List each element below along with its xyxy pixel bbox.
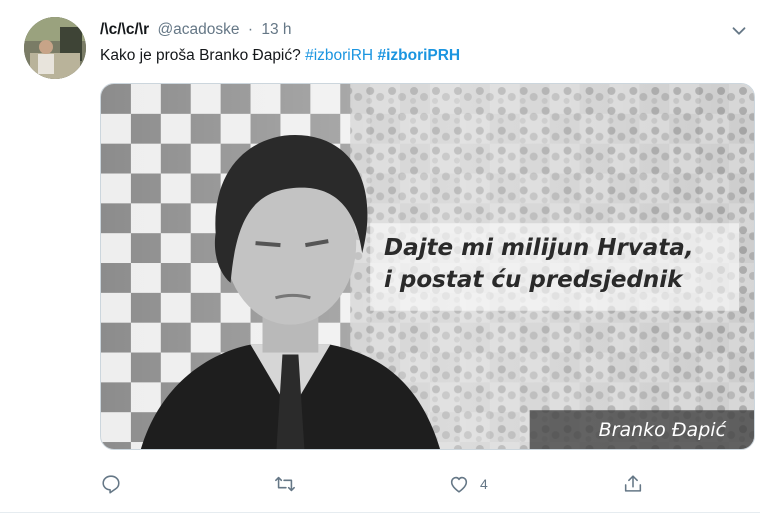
tweet-body: Kako je proša Branko Đapić? xyxy=(100,47,301,64)
tweet-text: Kako je proša Branko Đapić? #izboriRH #i… xyxy=(100,45,460,67)
tweet-header: /\c/\c/\r @acadoske · 13 h xyxy=(100,19,720,41)
user-handle[interactable]: @acadoske xyxy=(157,21,239,38)
heart-icon xyxy=(448,473,470,495)
tweet-actions: 4 xyxy=(100,470,660,498)
retweet-icon xyxy=(274,473,296,495)
share-button[interactable] xyxy=(622,470,654,498)
like-count: 4 xyxy=(480,476,488,492)
tweet-image[interactable]: Dajte mi milijun Hrvata, i postat ću pre… xyxy=(100,83,755,450)
chevron-down-icon[interactable] xyxy=(728,20,750,42)
separator-dot: · xyxy=(247,21,254,38)
avatar-image xyxy=(24,17,86,79)
quote-line-1: Dajte mi milijun Hrvata, xyxy=(384,235,694,261)
timestamp[interactable]: 13 h xyxy=(261,21,291,38)
hashtag-izboriprh[interactable]: #izboriPRH xyxy=(377,47,460,64)
avatar[interactable] xyxy=(24,17,86,79)
hashtag-izborirh[interactable]: #izboriRH xyxy=(305,47,373,64)
image-quote: Dajte mi milijun Hrvata, i postat ću pre… xyxy=(384,232,694,296)
reply-icon xyxy=(100,473,122,495)
image-caption-name: Branko Đapić xyxy=(598,419,726,441)
like-button[interactable]: 4 xyxy=(448,470,488,498)
tweet[interactable]: /\c/\c/\r @acadoske · 13 h Kako je proša… xyxy=(0,0,760,513)
display-name[interactable]: /\c/\c/\r xyxy=(100,21,149,38)
retweet-button[interactable] xyxy=(274,470,306,498)
share-icon xyxy=(622,473,644,495)
quote-line-2: i postat ću predsjednik xyxy=(384,267,683,293)
reply-button[interactable] xyxy=(100,470,132,498)
